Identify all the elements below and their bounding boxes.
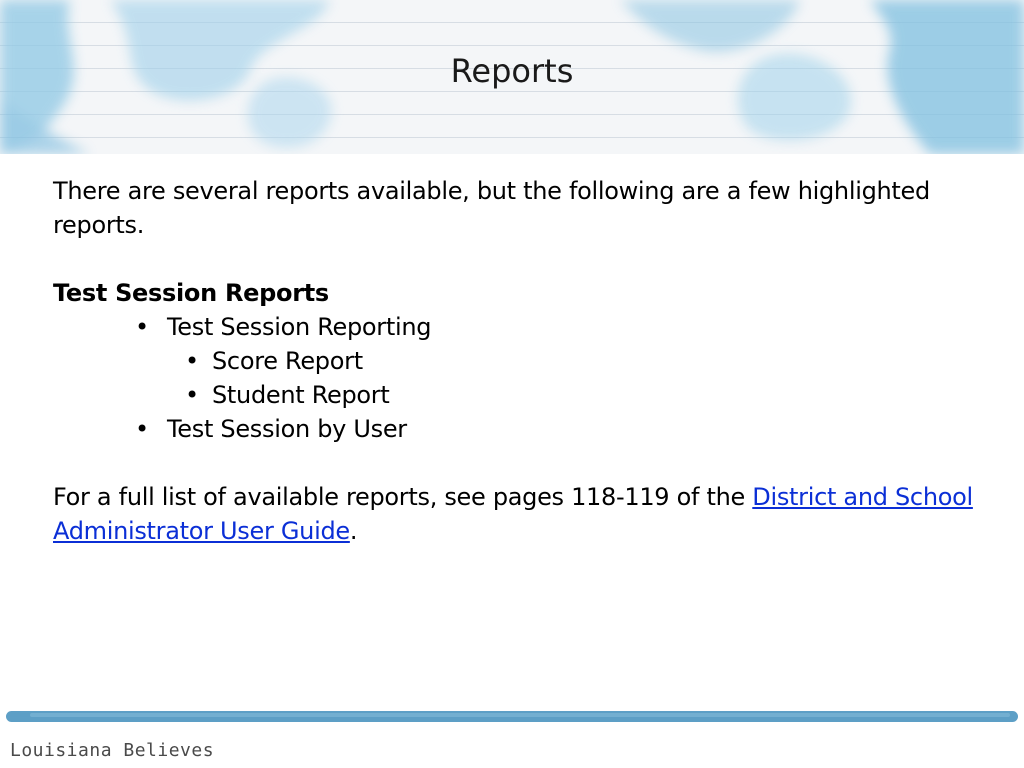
brand-logo-text: Louisiana Believes	[10, 740, 215, 761]
footer-divider-highlight	[30, 713, 1010, 717]
bullet-icon: •	[185, 347, 199, 375]
list-item-label: Score Report	[212, 347, 363, 375]
slide-content: There are several reports available, but…	[53, 174, 983, 548]
header-banner: Reports	[0, 0, 1024, 154]
list-item: • Test Session Reporting	[53, 310, 983, 344]
section-heading: Test Session Reports	[53, 279, 329, 307]
footnote-paragraph: For a full list of available reports, se…	[53, 480, 983, 548]
intro-paragraph: There are several reports available, but…	[53, 177, 930, 239]
bullet-icon: •	[135, 313, 149, 341]
list-item-label: Test Session by User	[167, 415, 407, 443]
list-item: • Test Session by User	[53, 412, 983, 446]
footnote-suffix: .	[349, 517, 358, 545]
slide-title: Reports	[450, 52, 574, 90]
list-item: • Score Report	[53, 344, 983, 378]
bullet-icon: •	[185, 381, 199, 409]
list-item-label: Student Report	[212, 381, 390, 409]
list-item-label: Test Session Reporting	[167, 313, 432, 341]
list-item: • Student Report	[53, 378, 983, 412]
footnote-prefix: For a full list of available reports, se…	[53, 483, 753, 511]
bullet-icon: •	[135, 415, 149, 443]
